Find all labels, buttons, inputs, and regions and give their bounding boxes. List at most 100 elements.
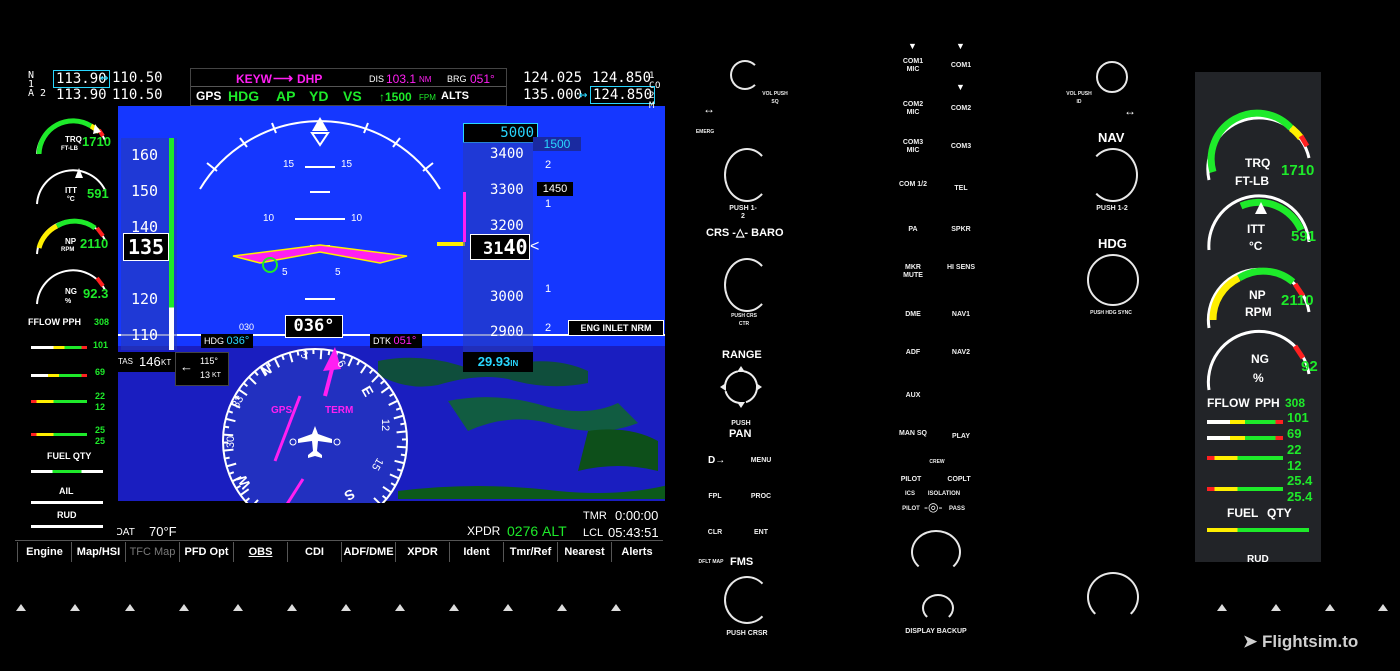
audio-button-com2[interactable]: COM2 [944,105,978,113]
ent-button[interactable]: ENT [746,529,776,537]
nav-swap-icon[interactable]: ↔ [100,70,108,86]
softkey-button-icon[interactable] [503,604,513,611]
softkey-button-icon[interactable] [611,604,621,611]
display-backup-button[interactable] [922,594,954,622]
com2-standby-freq[interactable]: 124.850 [590,86,656,104]
nav-label: NAV [1098,130,1125,145]
audio-button-coplt[interactable]: COPLT [942,476,976,484]
isolation-knob-icon[interactable]: -◎- [924,500,942,514]
softkey-button-icon[interactable] [1271,604,1281,611]
softkey-button-icon[interactable] [1378,604,1388,611]
softkey-button-icon[interactable] [70,604,80,611]
audio-button-com3-mic[interactable]: COM3 MIC [896,139,930,155]
compass-label: 12 [379,418,392,432]
softkey-map-hsi[interactable]: Map/HSI [71,542,125,562]
nav1-standby-freq[interactable]: 110.50 [112,70,163,86]
audio-button-com3[interactable]: COM3 [944,143,978,151]
itt-label: ITT [1247,222,1265,236]
audio-button-com12[interactable]: COM 1/2 [896,181,930,189]
softkey-xpdr[interactable]: XPDR [395,542,449,562]
softkey-alerts[interactable]: Alerts [611,542,662,562]
push-crsr-label: PUSH CRSR [726,630,768,637]
alt-knob[interactable] [1087,572,1139,622]
tas-value: 146 [139,354,161,369]
vsi-tick: 2 [545,322,552,334]
softkey-button-icon[interactable] [557,604,567,611]
swap-arrow-icon[interactable]: ↔ [703,102,715,116]
softkey-button-icon[interactable] [287,604,297,611]
audio-button-play[interactable]: PLAY [944,433,978,441]
pitch-label: 10 [351,213,363,224]
audio-button-spkr[interactable]: SPKR [944,226,978,234]
com-swap-icon[interactable]: ↔ [579,87,587,103]
softkey-nearest[interactable]: Nearest [557,542,611,562]
fflow-value: 308 [1285,396,1306,410]
tas-label: TAS [118,357,133,366]
com1-standby-freq[interactable]: 124.850 [592,70,651,86]
softkey-adf-dme[interactable]: ADF/DME [341,542,395,562]
baro-setting[interactable]: 29.93IN [463,352,533,372]
audio-button-com2-mic[interactable]: COM2 MIC [896,101,930,117]
com1-mic-indicator-icon: ▼ [908,41,917,51]
com2-active-freq[interactable]: 135.000 [523,87,582,103]
softkey-tmr-ref[interactable]: Tmr/Ref [503,542,557,562]
cdi-mode: TERM [325,405,354,416]
audio-volume-knob[interactable] [911,530,961,574]
crs-baro-knob[interactable] [724,258,770,312]
crs-baro-knob-icon[interactable]: -△- [732,227,748,239]
softkey-button-icon[interactable] [341,604,351,611]
audio-button-aux[interactable]: AUX [896,392,930,400]
softkey-tfc-map[interactable]: TFC Map [125,542,179,562]
softkey-button-icon[interactable] [16,604,26,611]
audio-button-tel[interactable]: TEL [944,185,978,193]
softkey-button-icon[interactable] [449,604,459,611]
clr-button[interactable]: CLR [702,529,728,537]
com-vol-knob[interactable] [1096,61,1128,93]
gauge-value: 69 [95,367,106,377]
softkey-engine[interactable]: Engine [17,542,71,562]
nav-frequency-box[interactable]: N 1 A 2 113.90 ↔ 110.50 113.90 110.50 [28,70,178,104]
nav2-active-freq[interactable]: 113.90 [56,87,107,103]
softkey-cdi[interactable]: CDI [287,542,341,562]
hdg-knob[interactable] [1087,254,1139,306]
audio-button-com1[interactable]: COM1 [944,62,978,70]
direct-to-button[interactable]: D→ [708,455,725,466]
range-pan-joystick[interactable] [716,362,766,412]
softkey-button-icon[interactable] [179,604,189,611]
menu-button[interactable]: MENU [746,457,776,465]
softkey-button-icon[interactable] [125,604,135,611]
com1-active-freq[interactable]: 124.025 [523,70,582,86]
com-swap-arrow-icon[interactable]: ↔ [1124,104,1136,118]
push-hdg-sync-label: PUSH HDG SYNC [1090,310,1132,316]
com-freq-knob[interactable] [1088,148,1138,202]
softkey-obs[interactable]: OBS [233,542,287,562]
altitude-selected-box[interactable]: 5000 [463,123,538,143]
softkey-button-icon[interactable] [1217,604,1227,611]
audio-button-mkr-mute[interactable]: MKR MUTE [896,264,930,280]
softkey-pfd-opt[interactable]: PFD Opt [179,542,233,562]
softkey-button-icon[interactable] [233,604,243,611]
audio-button-pilot[interactable]: PILOT [896,476,926,484]
audio-button-nav2[interactable]: NAV2 [944,349,978,357]
eis-value: 69 [1287,426,1302,441]
proc-button[interactable]: PROC [746,493,776,501]
fms-knob[interactable] [724,576,770,624]
softkey-button-icon[interactable] [395,604,405,611]
audio-button-dme[interactable]: DME [896,311,930,319]
fpl-button[interactable]: FPL [702,493,728,501]
softkey-button-icon[interactable] [1325,604,1335,611]
fflow-value: 308 [94,317,110,327]
audio-button-com1-mic[interactable]: COM1 MIC [896,58,930,74]
nav2-standby-freq[interactable]: 110.50 [112,87,163,103]
vol-knob[interactable] [730,60,760,90]
heading-scale-label: 030 [239,322,255,332]
audio-button-man-sq[interactable]: MAN SQ [896,430,930,438]
audio-button-hi-sens[interactable]: HI SENS [944,264,978,272]
audio-button-adf[interactable]: ADF [896,349,930,357]
com-frequency-box[interactable]: 124.025 124.850 135.000 ↔ 124.850 1 C O … [513,70,663,111]
vsi-tick: 2 [545,159,552,171]
audio-button-nav1[interactable]: NAV1 [944,311,978,319]
audio-button-pa[interactable]: PA [896,226,930,234]
nav-freq-knob[interactable] [724,148,770,202]
softkey-ident[interactable]: Ident [449,542,503,562]
